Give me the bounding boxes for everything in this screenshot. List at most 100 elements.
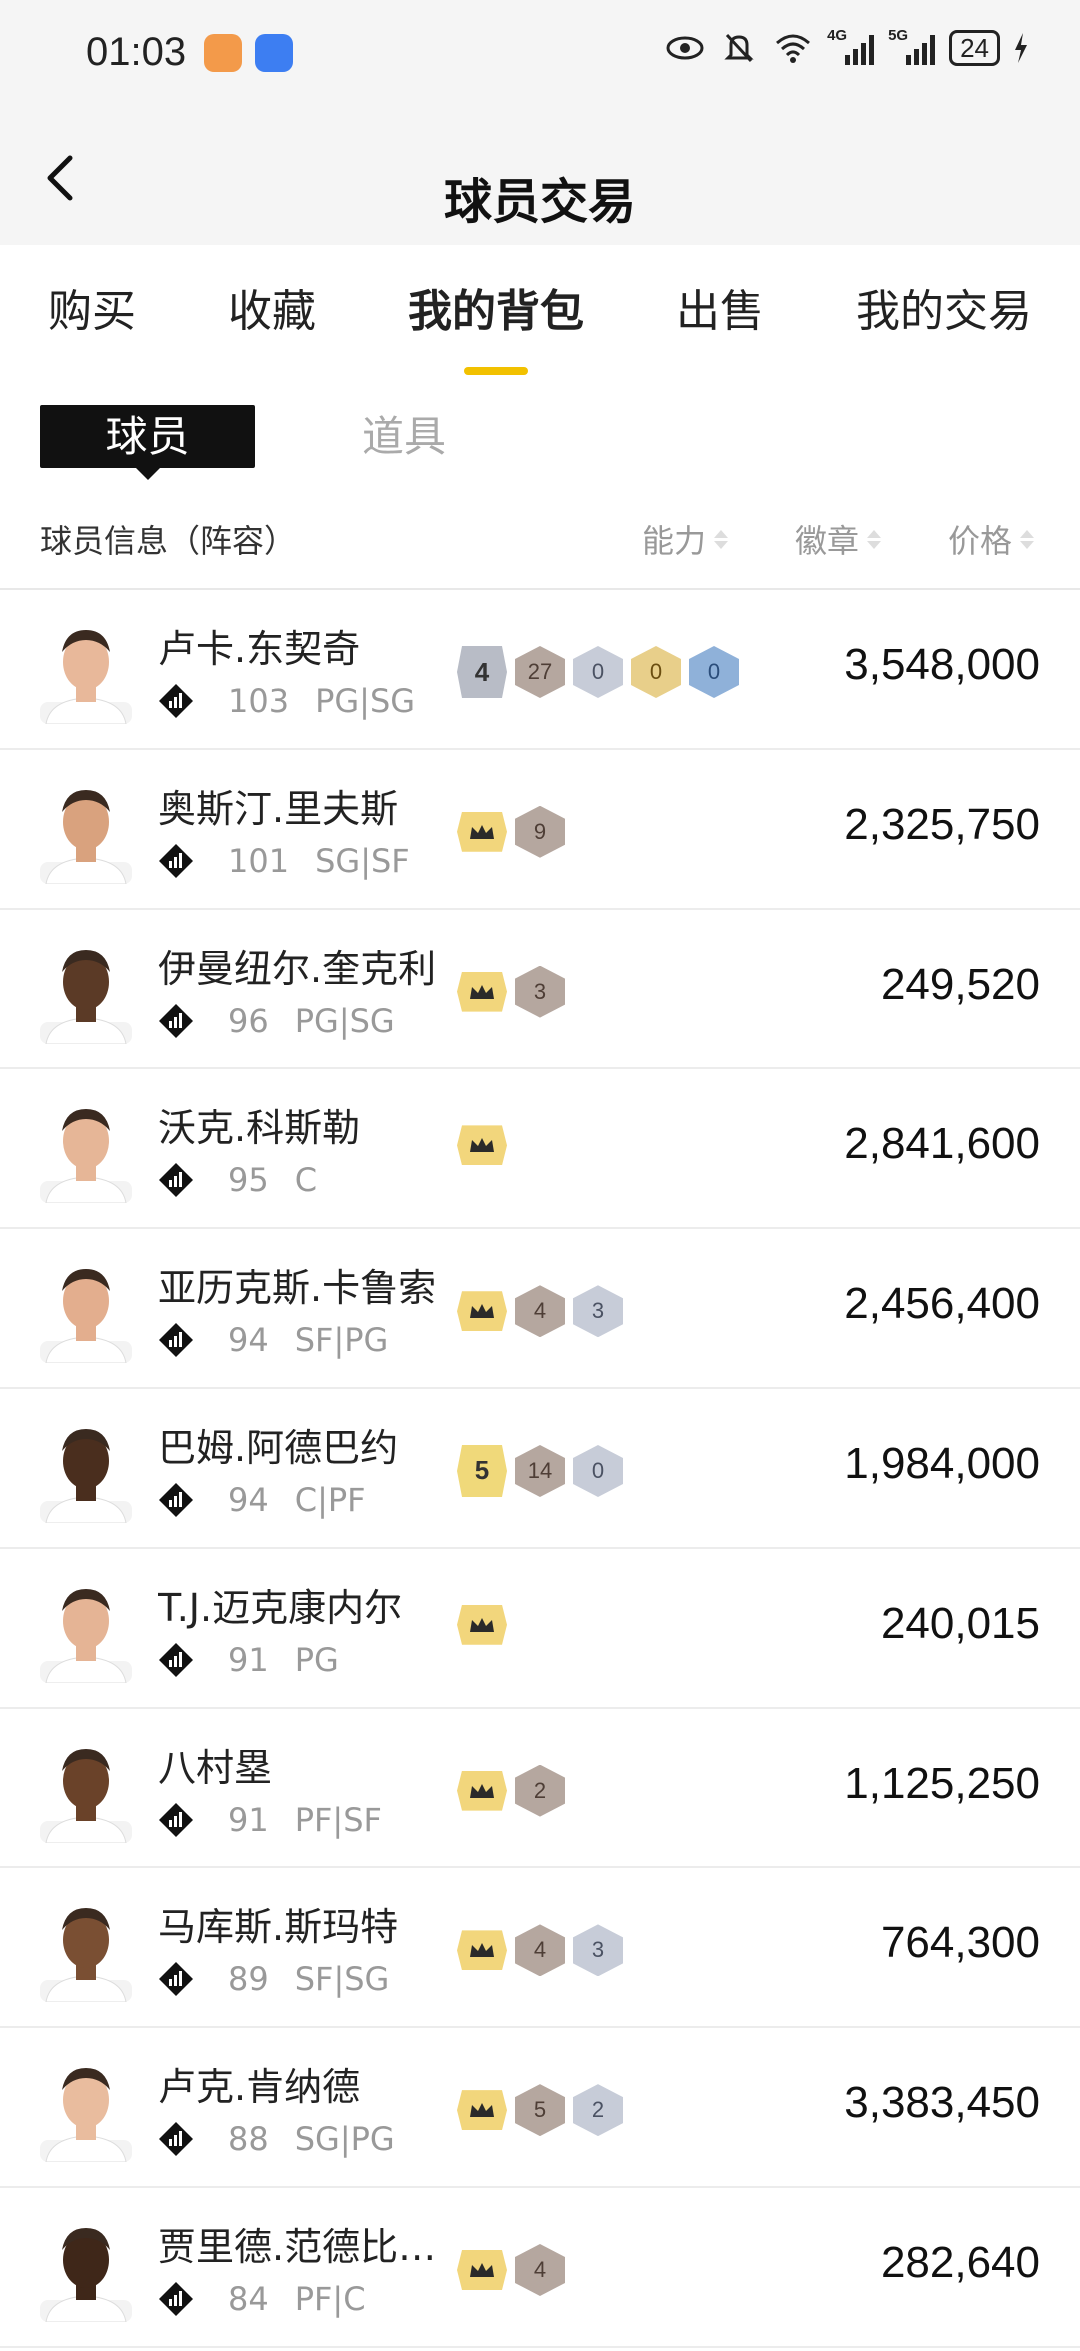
tier-diamond-icon bbox=[159, 2281, 193, 2316]
badge-count: 0 bbox=[573, 646, 623, 698]
sort-price-label: 价格 bbox=[948, 522, 1013, 560]
badge-count: 2 bbox=[515, 1764, 565, 1817]
player-meta: 89 SF|SG bbox=[158, 1960, 389, 1998]
rank-badge: 4 bbox=[457, 646, 507, 698]
player-price: 249,520 bbox=[880, 959, 1040, 1009]
player-row[interactable]: 亚历克斯.卡鲁索 94 SF|PG 43 2,456,400 bbox=[0, 1229, 1080, 1389]
player-meta: 84 PF|C bbox=[158, 2280, 366, 2318]
player-row[interactable]: 卢克.肯纳德 88 SG|PG 52 3,383,450 bbox=[0, 2028, 1080, 2188]
badge-group: 2 bbox=[457, 1764, 565, 1817]
player-name: 沃克.科斯勒 bbox=[158, 1106, 361, 1151]
player-avatar bbox=[40, 1269, 132, 1364]
player-row[interactable]: 贾里德.范德比尔... 84 PF|C 4 282,640 bbox=[0, 2188, 1080, 2348]
player-meta: 103 PG|SG bbox=[158, 682, 415, 720]
player-position: SG|PG bbox=[294, 2120, 395, 2159]
player-rating: 91 bbox=[228, 1800, 269, 1839]
badge-count: 4 bbox=[515, 2243, 565, 2296]
status-time: 01:03 bbox=[86, 30, 187, 74]
player-price: 1,984,000 bbox=[844, 1438, 1040, 1488]
player-price: 2,325,750 bbox=[844, 799, 1040, 849]
page-title: 球员交易 bbox=[443, 174, 636, 230]
badge-count: 0 bbox=[573, 1444, 623, 1497]
badge-group: 43 bbox=[457, 1924, 623, 1977]
crown-badge-icon bbox=[457, 1930, 507, 1971]
player-avatar bbox=[40, 1588, 132, 1683]
player-meta: 94 C|PF bbox=[158, 1481, 366, 1519]
player-rating: 95 bbox=[228, 1161, 269, 1200]
player-name: 马库斯.斯玛特 bbox=[158, 1905, 399, 1950]
badge-group: 4 bbox=[457, 2243, 565, 2296]
tab-favorites[interactable]: 收藏 bbox=[228, 275, 316, 345]
player-row[interactable]: 伊曼纽尔.奎克利 96 PG|SG 3 249,520 bbox=[0, 910, 1080, 1070]
tier-diamond-icon bbox=[159, 1003, 193, 1038]
crown-badge-icon bbox=[457, 1125, 507, 1166]
player-row[interactable]: 巴姆.阿德巴约 94 C|PF 5 14 0 1,984,000 bbox=[0, 1389, 1080, 1549]
crown-badge-icon bbox=[457, 1291, 507, 1332]
player-rating: 84 bbox=[228, 2279, 269, 2318]
player-avatar bbox=[40, 789, 132, 884]
subtab-items[interactable]: 道具 bbox=[362, 405, 446, 468]
player-price: 2,456,400 bbox=[844, 1279, 1040, 1329]
signal-4g-icon: 4G bbox=[827, 27, 875, 65]
player-position: PG bbox=[294, 1640, 339, 1679]
badge-group: 5 14 0 bbox=[457, 1444, 623, 1497]
main-tabs: 购买 收藏 我的背包 出售 我的交易 bbox=[0, 245, 1080, 375]
player-row[interactable]: T.J.迈克康内尔 91 PG 240,015 bbox=[0, 1549, 1080, 1709]
player-position: PG|SG bbox=[315, 682, 416, 720]
player-avatar bbox=[40, 1748, 132, 1843]
badge-group bbox=[457, 1604, 507, 1645]
tab-my-trades[interactable]: 我的交易 bbox=[856, 275, 1032, 345]
crown-badge-icon bbox=[457, 971, 507, 1012]
player-meta: 88 SG|PG bbox=[158, 2120, 395, 2158]
badge-count: 0 bbox=[689, 646, 739, 698]
badge-count: 3 bbox=[573, 1924, 623, 1977]
player-rating: 94 bbox=[228, 1321, 269, 1360]
player-meta: 91 PG bbox=[158, 1641, 339, 1679]
tab-sell[interactable]: 出售 bbox=[676, 275, 764, 345]
sort-ability[interactable]: 能力 bbox=[642, 516, 729, 562]
sort-ability-label: 能力 bbox=[642, 522, 707, 560]
badge-count: 4 bbox=[515, 1285, 565, 1338]
player-meta: 91 PF|SF bbox=[158, 1801, 382, 1839]
player-name: 贾里德.范德比尔... bbox=[158, 2224, 458, 2269]
sort-badge[interactable]: 徽章 bbox=[795, 516, 882, 562]
badge-count: 14 bbox=[515, 1444, 565, 1497]
tier-diamond-icon bbox=[159, 1642, 193, 1677]
badge-group: 52 bbox=[457, 2084, 623, 2137]
player-position: PG|SG bbox=[294, 1001, 395, 1040]
app-notification-icon bbox=[204, 34, 242, 72]
player-avatar bbox=[40, 2227, 132, 2322]
tab-my-backpack[interactable]: 我的背包 bbox=[408, 275, 584, 345]
subtab-players[interactable]: 球员 bbox=[40, 405, 255, 468]
tier-diamond-icon bbox=[159, 1163, 193, 1198]
player-rating: 94 bbox=[228, 1480, 269, 1519]
player-row[interactable]: 马库斯.斯玛特 89 SF|SG 43 764,300 bbox=[0, 1868, 1080, 2029]
badge-group: 4 27 0 0 0 bbox=[457, 646, 739, 698]
sort-arrows-icon bbox=[1020, 529, 1035, 549]
player-rating: 96 bbox=[228, 1001, 269, 1040]
tab-buy[interactable]: 购买 bbox=[48, 275, 136, 345]
badge-group: 9 bbox=[457, 805, 565, 858]
sub-tabs: 球员 道具 bbox=[0, 375, 1080, 490]
sort-price[interactable]: 价格 bbox=[948, 516, 1035, 562]
player-meta: 101 SG|SF bbox=[158, 842, 410, 880]
player-row[interactable]: 奥斯汀.里夫斯 101 SG|SF 9 2,325,750 bbox=[0, 750, 1080, 910]
player-row[interactable]: 沃克.科斯勒 95 C 2,841,600 bbox=[0, 1069, 1080, 1230]
tier-diamond-icon bbox=[159, 1802, 193, 1837]
player-position: SF|PG bbox=[294, 1321, 389, 1360]
player-rating: 103 bbox=[228, 682, 290, 720]
player-price: 2,841,600 bbox=[844, 1119, 1040, 1169]
player-price: 3,548,000 bbox=[844, 640, 1040, 689]
badge-group bbox=[457, 1125, 507, 1166]
player-position: SG|SF bbox=[315, 841, 410, 880]
crown-badge-icon bbox=[457, 811, 507, 852]
badge-count: 3 bbox=[515, 965, 565, 1018]
player-row[interactable]: 卢卡.东契奇 103 PG|SG 4 27 0 0 0 3,548,000 bbox=[0, 590, 1080, 750]
player-avatar bbox=[40, 949, 132, 1044]
player-row[interactable]: 八村塁 91 PF|SF 2 1,125,250 bbox=[0, 1709, 1080, 1869]
badge-group: 3 bbox=[457, 965, 565, 1018]
crown-badge-icon bbox=[457, 1604, 507, 1645]
player-price: 3,383,450 bbox=[844, 2078, 1040, 2128]
player-rating: 91 bbox=[228, 1640, 269, 1679]
tier-diamond-icon bbox=[159, 1482, 193, 1517]
